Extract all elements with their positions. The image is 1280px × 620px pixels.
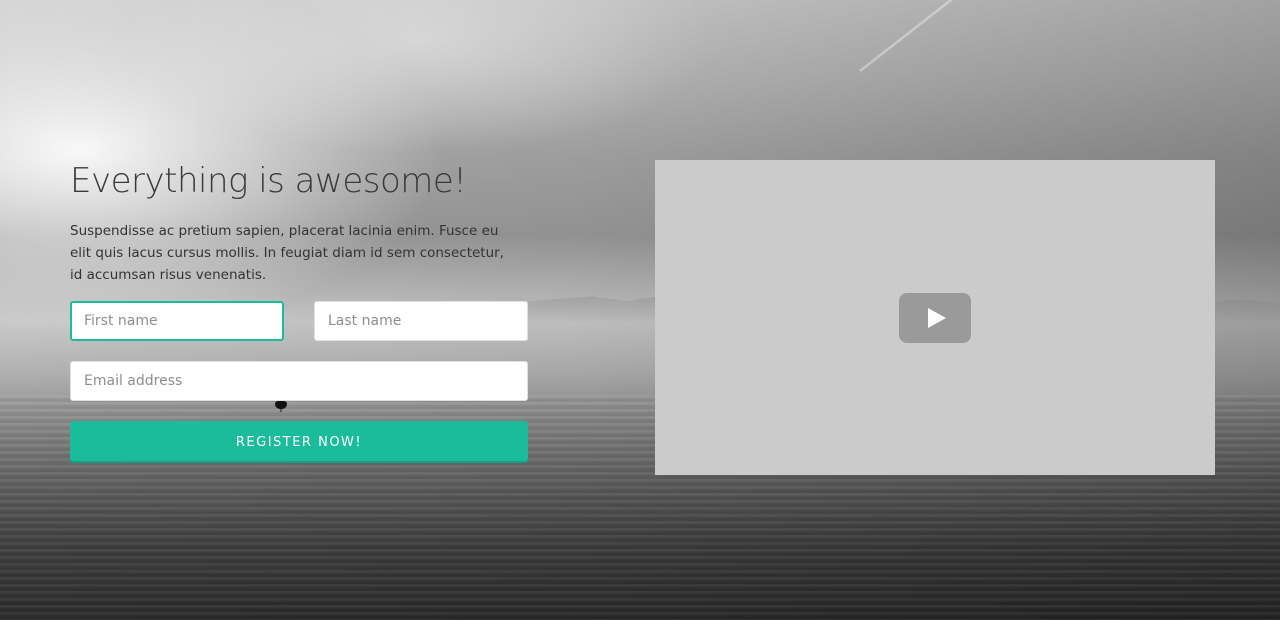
page-title: Everything is awesome! [70, 161, 467, 201]
signup-panel: Everything is awesome! Suspendisse ac pr… [70, 158, 530, 463]
play-icon [928, 308, 946, 328]
last-name-field[interactable] [314, 301, 528, 341]
video-player[interactable] [655, 160, 1215, 475]
register-button[interactable]: REGISTER NOW! [70, 421, 528, 463]
name-fields-row [70, 301, 528, 341]
email-field[interactable] [70, 361, 528, 401]
email-field-row [70, 361, 528, 401]
first-name-field[interactable] [70, 301, 284, 341]
intro-text: Suspendisse ac pretium sapien, placerat … [70, 223, 504, 283]
play-button[interactable] [899, 293, 971, 343]
register-form: REGISTER NOW! [70, 301, 530, 463]
